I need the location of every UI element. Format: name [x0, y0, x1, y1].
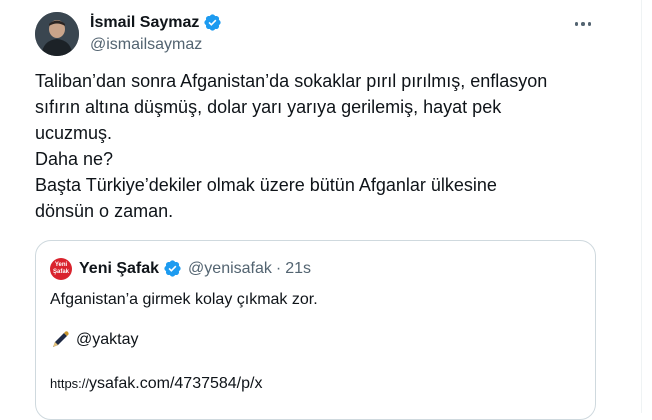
more-dots-icon[interactable] [568, 12, 598, 36]
quote-link-protocol: https:// [50, 376, 90, 391]
quote-separator: · [275, 259, 282, 277]
tweet-line: Başta Türkiye’dekiler olmak üzere bütün … [35, 175, 497, 195]
author-handle[interactable]: @ismailsaymaz [90, 36, 202, 54]
quote-mention-line: @yaktay [50, 330, 138, 350]
quote-mention[interactable]: @yaktay [76, 331, 138, 349]
avatar-photo [35, 12, 79, 56]
quote-text: Afganistan’a girmek kolay çıkmak zor. [50, 291, 318, 308]
more-dot [587, 22, 592, 26]
author-name[interactable]: İsmail Saymaz [90, 14, 199, 32]
quote-author-handle: @yenisafak [188, 259, 272, 277]
verified-badge-icon [164, 260, 181, 277]
more-dot [581, 22, 585, 26]
more-dot [574, 22, 579, 26]
tweet-text: Taliban’dan sonra Afganistan’da sokaklar… [35, 68, 615, 224]
yeni-safak-logo: Yeni Şafak [50, 258, 72, 280]
quote-link[interactable]: https://ysafak.com/4737584/p/x [50, 375, 262, 393]
tweet-line: ucuzmuş. [35, 123, 113, 143]
pen-icon [53, 331, 69, 347]
author-avatar[interactable] [35, 12, 79, 56]
tweet-line: sıfırın altına düşmüş, dolar yarı yarıya… [35, 97, 502, 117]
tweet-line: Taliban’dan sonra Afganistan’da sokaklar… [35, 71, 548, 91]
verified-badge-icon [204, 14, 222, 31]
quote-timestamp: 21s [285, 259, 312, 277]
quote-author-name: Yeni Şafak [79, 259, 160, 277]
author-name-row: İsmail Saymaz [90, 13, 222, 32]
right-divider [641, 0, 642, 413]
quoted-tweet-card[interactable]: Yeni Şafak Yeni Şafak @yenisafak · 21s A… [35, 240, 596, 420]
logo-text-safak: Şafak [52, 269, 69, 275]
tweet-line: dönsün o zaman. [35, 201, 174, 221]
quote-link-path: ysafak.com/4737584/p/x [89, 375, 263, 392]
quote-header: Yeni Şafak @yenisafak · 21s [79, 259, 311, 278]
tweet-line: Daha ne? [35, 149, 114, 169]
logo-text-yeni: Yeni [54, 262, 68, 268]
